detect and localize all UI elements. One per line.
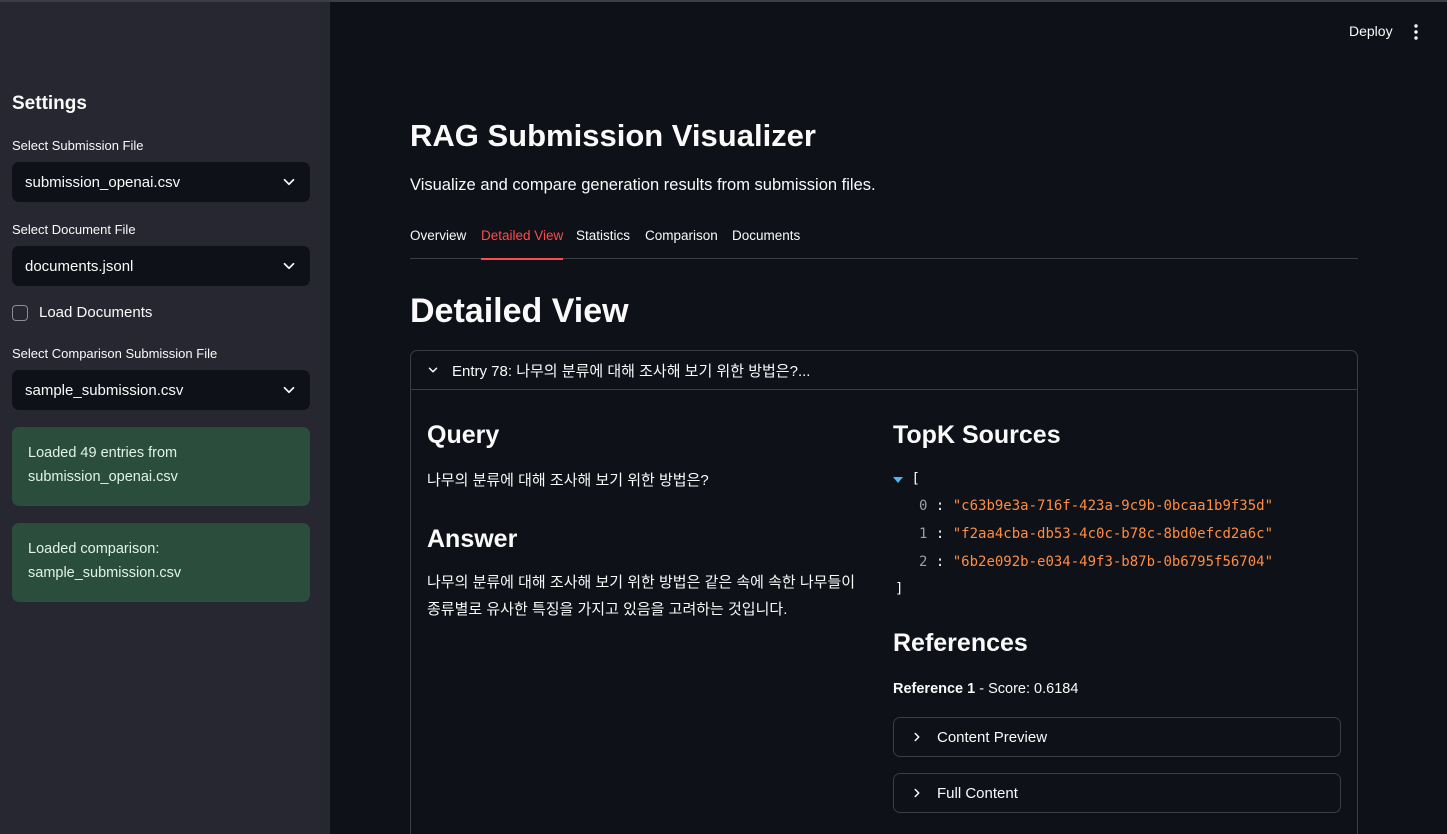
page-title: RAG Submission Visualizer [410,118,816,153]
answer-heading: Answer [427,525,518,553]
submission-file-select[interactable]: submission_openai.csv [12,162,310,202]
more-menu-icon[interactable] [1409,23,1423,41]
full-content-expander[interactable]: Full Content [893,773,1341,813]
chevron-down-icon [283,262,295,270]
document-file-label: Select Document File [12,222,136,237]
checkbox-box[interactable] [12,304,28,321]
json-value: "c63b9e3a-716f-423a-9c9b-0bcaa1b9f35d" [952,498,1274,514]
alert-line: Loaded comparison: [28,541,160,557]
alert-line: Loaded 49 entries from [28,445,178,461]
json-value: "6b2e092b-e034-49f3-b87b-0b6795f56704" [952,554,1274,570]
full-content-label: Full Content [937,784,1018,802]
tab-bar: Overview Detailed View Statistics Compar… [410,228,1358,260]
reference-score-line: Reference 1 - Score: 0.6184 [893,681,1078,697]
loaded-comparison-alert: Loaded comparison: sample_submission.csv [12,523,310,602]
answer-line: 나무의 분류에 대해 조사해 보기 위한 방법은 같은 속에 속한 나무들이 [427,574,856,591]
entry-expander-header[interactable]: Entry 78: 나무의 분류에 대해 조사해 보기 위한 방법은?... [411,351,1357,390]
chevron-down-icon [283,386,295,394]
document-file-select[interactable]: documents.jsonl [12,246,310,286]
tab-statistics[interactable]: Statistics [576,228,630,259]
top-border [0,0,1447,2]
tab-detailed-view[interactable]: Detailed View [481,228,564,260]
sidebar: Settings Select Submission File submissi… [0,0,330,834]
document-file-value: documents.jsonl [25,257,134,275]
query-text: 나무의 분류에 대해 조사해 보기 위한 방법은? [427,472,709,489]
json-close-bracket: ] [895,581,904,597]
load-documents-checkbox[interactable]: Load Documents [12,304,152,321]
reference-score: - Score: 0.6184 [975,681,1079,697]
collapse-triangle-icon[interactable] [893,477,903,483]
section-title: Detailed View [410,292,629,330]
json-open-bracket: [ [911,471,920,487]
submission-file-label: Select Submission File [12,138,144,153]
chevron-right-icon [914,732,920,742]
tab-documents[interactable]: Documents [732,228,800,259]
entry-expander: Entry 78: 나무의 분류에 대해 조사해 보기 위한 방법은?... Q… [410,350,1358,834]
entry-title: Entry 78: 나무의 분류에 대해 조사해 보기 위한 방법은?... [452,362,811,380]
topk-heading: TopK Sources [893,421,1061,449]
json-value: "f2aa4cba-db53-4c0c-b78c-8bd0efcd2a6c" [952,526,1274,542]
submission-file-value: submission_openai.csv [25,173,181,191]
json-item: 2 : "6b2e092b-e034-49f3-b87b-0b6795f5670… [919,554,1274,570]
answer-line: 종류별로 유사한 특징을 가지고 있음을 고려하는 것입니다. [427,601,788,618]
comparison-file-value: sample_submission.csv [25,381,184,399]
content-preview-label: Content Preview [937,728,1048,746]
tab-overview[interactable]: Overview [410,228,466,259]
query-heading: Query [427,421,500,449]
references-heading: References [893,629,1028,657]
chevron-down-icon [283,178,295,186]
page-subtitle: Visualize and compare generation results… [410,176,876,194]
tab-comparison[interactable]: Comparison [645,228,718,259]
chevron-down-icon [428,367,438,373]
alert-line: sample_submission.csv [28,565,182,581]
deploy-button[interactable]: Deploy [1349,23,1393,39]
sidebar-title: Settings [12,93,87,114]
json-item: 0 : "c63b9e3a-716f-423a-9c9b-0bcaa1b9f35… [919,498,1274,514]
content-preview-expander[interactable]: Content Preview [893,717,1341,757]
loaded-entries-alert: Loaded 49 entries from submission_openai… [12,427,310,506]
answer-text: 나무의 분류에 대해 조사해 보기 위한 방법은 같은 속에 속한 나무들이 종… [427,569,877,623]
load-documents-label: Load Documents [39,304,153,321]
reference-label: Reference 1 [893,681,976,697]
alert-line: submission_openai.csv [28,469,178,485]
json-item: 1 : "f2aa4cba-db53-4c0c-b78c-8bd0efcd2a6… [919,526,1274,542]
comparison-file-select[interactable]: sample_submission.csv [12,370,310,410]
chevron-right-icon [914,788,920,798]
comparison-file-label: Select Comparison Submission File [12,346,218,361]
json-open-row[interactable]: [ [893,471,920,487]
